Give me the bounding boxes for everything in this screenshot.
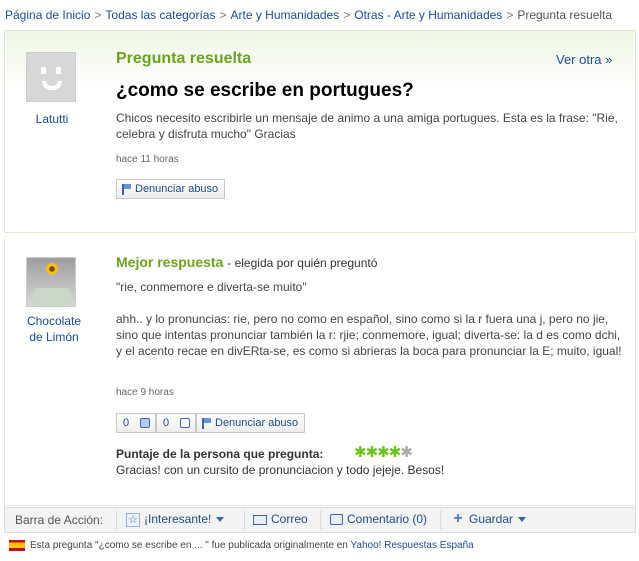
interesting-label: ¡Interesante! bbox=[144, 512, 212, 526]
thumbs-down-icon bbox=[180, 418, 190, 428]
thumbs-up-count: 0 bbox=[123, 417, 130, 429]
avatar-eye bbox=[41, 67, 46, 74]
asker-avatar[interactable] bbox=[26, 52, 76, 102]
avatar-mouth bbox=[42, 81, 62, 90]
mail-icon bbox=[253, 514, 267, 525]
breadcrumb-separator: > bbox=[506, 8, 514, 22]
action-divider bbox=[116, 510, 117, 530]
star-filled-icon: ✱ bbox=[388, 444, 402, 461]
star-icon: ☆ bbox=[126, 512, 140, 527]
spain-flag-icon bbox=[9, 540, 25, 551]
answer-quote: "rie, conmemore e diverta-se muito" bbox=[116, 280, 307, 294]
breadcrumb-arts[interactable]: Arte y Humanidades bbox=[231, 8, 340, 22]
report-abuse-label: Denunciar abuso bbox=[215, 417, 299, 429]
answerer-avatar[interactable] bbox=[26, 257, 76, 307]
breadcrumb-separator: > bbox=[219, 8, 227, 22]
answer-timestamp: hace 9 horas bbox=[116, 387, 174, 398]
comment-icon bbox=[330, 514, 343, 526]
rating-comment: Gracias! con un cursito de pronunciacion… bbox=[116, 463, 445, 477]
breadcrumb-separator: > bbox=[94, 8, 102, 22]
footer-text: Esta pregunta "¿como se escribe en ... "… bbox=[30, 540, 348, 552]
plus-icon: + bbox=[453, 509, 463, 527]
answerer-name[interactable]: Chocolate de Limón bbox=[14, 313, 94, 345]
avatar-eye bbox=[56, 67, 61, 74]
star-filled-icon: ✱ bbox=[354, 444, 367, 461]
thumbs-up-button[interactable]: 0 bbox=[116, 413, 156, 433]
star-empty-icon: ✱ bbox=[400, 444, 413, 461]
question-title: ¿como se escribe en portugues? bbox=[116, 80, 414, 101]
thumbs-down-button[interactable]: 0 bbox=[156, 413, 196, 433]
breadcrumb-home[interactable]: Página de Inicio bbox=[5, 8, 90, 22]
answer-body: ahh.. y lo pronuncias: rie, pero no como… bbox=[116, 312, 622, 358]
thumbs-down-count: 0 bbox=[163, 417, 170, 429]
best-answer-title: Mejor respuesta bbox=[116, 254, 224, 270]
breadcrumb-separator: > bbox=[343, 8, 351, 22]
action-divider bbox=[440, 510, 441, 530]
answerer-name-line1: Chocolate bbox=[26, 314, 82, 328]
save-label: Guardar bbox=[469, 512, 514, 526]
breadcrumb-all-categories[interactable]: Todas las categorías bbox=[105, 8, 215, 22]
comment-button[interactable]: Comentario (0) bbox=[330, 512, 427, 526]
rating-label: Puntaje de la persona que pregunta: bbox=[116, 447, 324, 461]
rating-stars: ✱✱✱✱✱ bbox=[354, 443, 413, 461]
answer-report-abuse-button[interactable]: Denunciar abuso bbox=[196, 413, 306, 433]
sunflower-icon bbox=[46, 263, 58, 275]
answerer-name-line2: de Limón bbox=[29, 330, 79, 344]
question-status: Pregunta resuelta bbox=[116, 50, 252, 67]
breadcrumb-current: Pregunta resuelta bbox=[517, 8, 613, 22]
question-timestamp: hace 11 horas bbox=[116, 154, 179, 165]
action-divider bbox=[244, 510, 245, 530]
question-body: Chicos necesito escribirle un mensaje de… bbox=[116, 111, 618, 141]
flag-icon bbox=[122, 184, 131, 195]
best-answer-heading: Mejor respuesta - elegida por quién preg… bbox=[116, 254, 377, 270]
breadcrumb-other-arts[interactable]: Otras - Arte y Humanidades bbox=[354, 8, 502, 22]
thumbs-up-icon bbox=[140, 418, 150, 428]
report-abuse-label: Denunciar abuso bbox=[135, 183, 219, 195]
interesting-button[interactable]: ☆ ¡Interesante! bbox=[126, 512, 225, 527]
email-label: Correo bbox=[271, 512, 308, 526]
chevron-down-icon bbox=[216, 517, 225, 523]
chosen-by-text: - elegida por quién preguntó bbox=[227, 256, 378, 270]
yahoo-respuestas-link[interactable]: Yahoo! Respuestas España bbox=[350, 540, 473, 551]
action-bar-label: Barra de Acción: bbox=[15, 513, 104, 527]
save-button[interactable]: + Guardar bbox=[451, 509, 527, 527]
origin-footer: Esta pregunta "¿como se escribe en ... "… bbox=[9, 540, 474, 551]
report-abuse-button[interactable]: Denunciar abuso bbox=[116, 179, 226, 199]
ver-otra-link[interactable]: Ver otra » bbox=[556, 52, 612, 67]
flag-icon bbox=[202, 418, 211, 429]
comment-label: Comentario (0) bbox=[347, 512, 428, 526]
asker-name[interactable]: Latutti bbox=[14, 112, 90, 126]
avatar-figure bbox=[33, 288, 71, 306]
breadcrumb: Página de Inicio > Todas las categorías > Ar… bbox=[5, 8, 612, 22]
star-filled-icon: ✱ bbox=[377, 444, 390, 461]
star-filled-icon: ✱ bbox=[365, 444, 379, 461]
action-divider bbox=[320, 510, 321, 530]
chevron-down-icon bbox=[518, 517, 527, 523]
email-button[interactable]: Correo bbox=[253, 512, 308, 526]
